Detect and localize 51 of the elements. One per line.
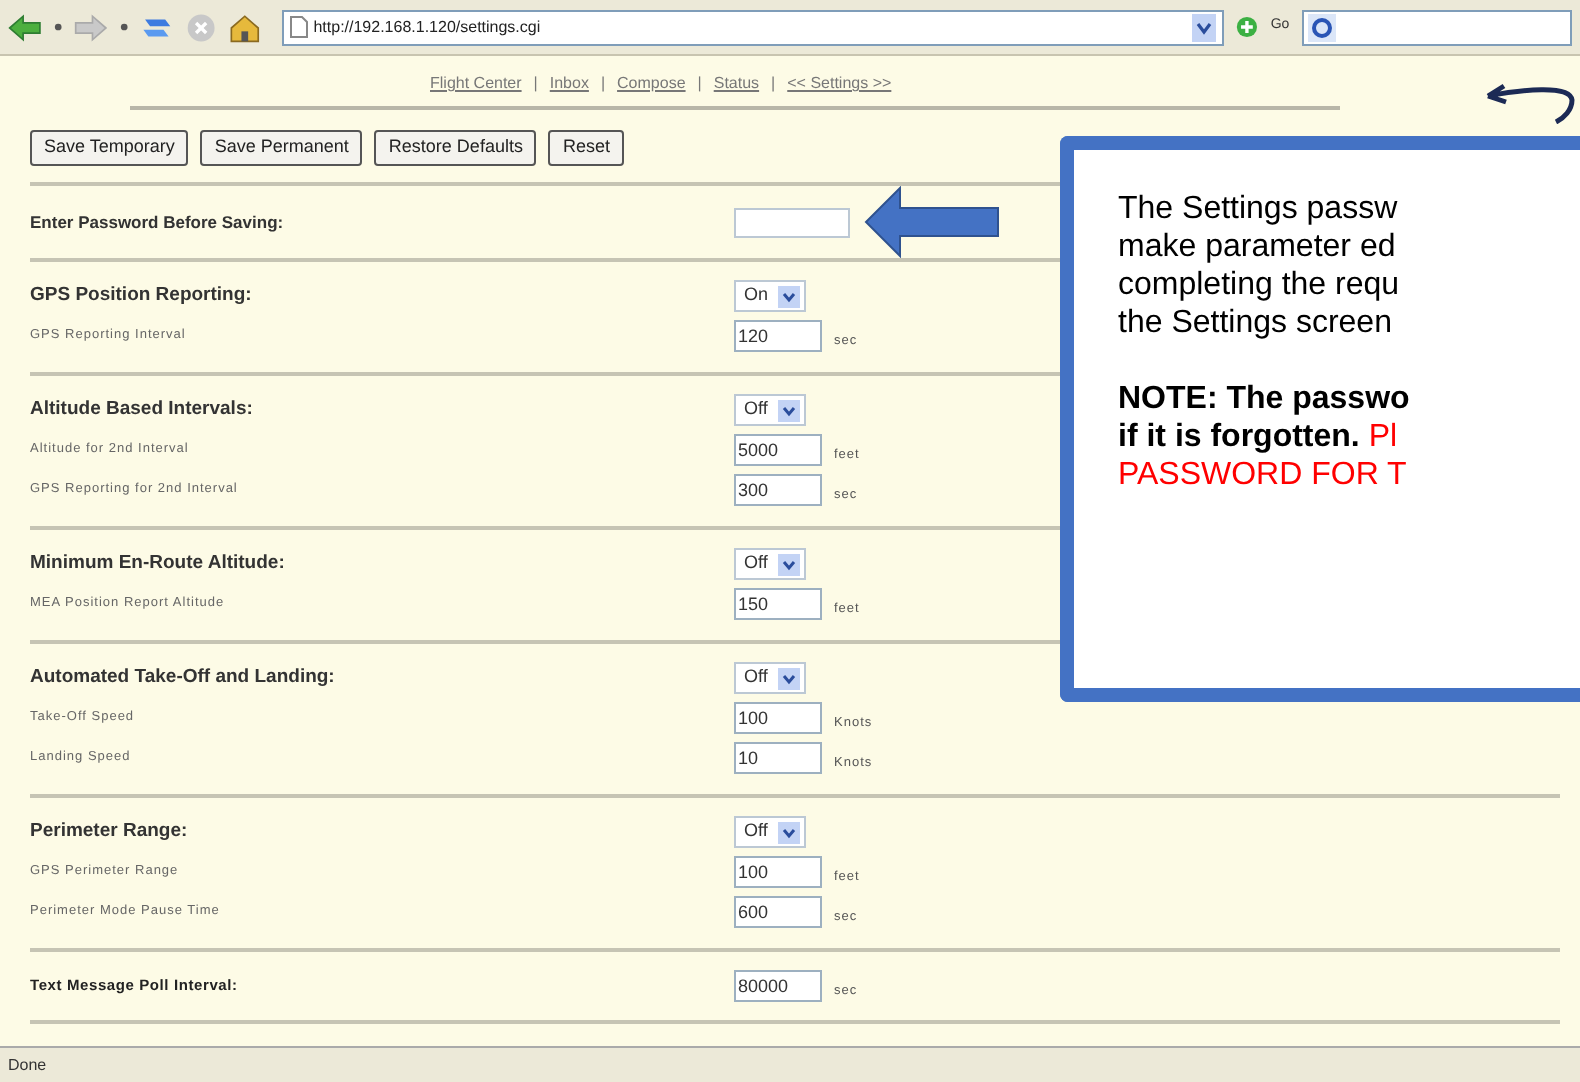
callout-text: The Settings passw	[1118, 190, 1400, 228]
page-icon	[289, 16, 308, 38]
input-field[interactable]: 300	[734, 474, 822, 506]
nav-separator: |	[771, 72, 776, 96]
field-label: Enter Password Before Saving:	[30, 209, 286, 235]
input-field[interactable]: 100	[734, 856, 822, 888]
input-field[interactable]: 10	[734, 742, 822, 774]
callout-text: NOTE: The passwo	[1118, 380, 1412, 418]
nav-link[interactable]: Status	[713, 72, 760, 96]
callout-text: completing the requ	[1118, 266, 1402, 304]
dropdown[interactable]: Off	[734, 816, 806, 848]
nav-separator: |	[533, 72, 538, 96]
nav-separator: |	[697, 72, 702, 96]
field-label: Perimeter Range:	[30, 817, 190, 846]
search-engine-icon	[1307, 13, 1336, 41]
input-field[interactable]: 120	[734, 320, 822, 352]
callout-text: the Settings screen	[1118, 304, 1394, 342]
nav-link[interactable]: Inbox	[549, 72, 589, 96]
input-field[interactable]: 600	[734, 896, 822, 928]
input-field[interactable]: 100	[734, 702, 822, 734]
callout-text: make parameter ed	[1118, 228, 1398, 266]
form-button[interactable]: Save Permanent	[200, 130, 363, 166]
form-button[interactable]: Reset	[548, 130, 624, 166]
back-arrow-icon[interactable]	[8, 9, 42, 45]
dropdown[interactable]: Off	[734, 662, 806, 694]
annotation-arrow	[864, 186, 1000, 258]
input-field[interactable]: 80000	[734, 970, 822, 1002]
callout-text: if it is forgotten. Pl	[1118, 418, 1400, 456]
status-text: Done	[8, 1053, 47, 1077]
password-field[interactable]	[734, 207, 850, 237]
dropdown[interactable]: On	[734, 280, 806, 312]
dropdown[interactable]: Off	[734, 394, 806, 426]
nav-separator: |	[600, 72, 606, 96]
form-button[interactable]: Save Temporary	[30, 130, 189, 166]
nav-link[interactable]: Compose	[617, 72, 686, 96]
input-field[interactable]: 5000	[734, 434, 822, 466]
field-label: Altitude Based Intervals:	[30, 395, 255, 424]
nav-link[interactable]: Flight Center	[430, 72, 522, 96]
field-label: Minimum En-Route Altitude:	[30, 549, 287, 578]
form-button[interactable]: Restore Defaults	[374, 130, 537, 166]
dropdown[interactable]: Off	[734, 548, 806, 580]
field-label: Automated Take-Off and Landing:	[30, 663, 337, 692]
home-icon[interactable]	[227, 9, 262, 45]
go-icon[interactable]	[1236, 14, 1259, 40]
url-text: http://192.168.1.120/settings.cgi	[313, 15, 543, 39]
nav-link[interactable]: << Settings >>	[787, 72, 892, 96]
search-field[interactable]	[1301, 9, 1573, 45]
callout-text: PASSWORD FOR T	[1118, 456, 1409, 494]
field-label: GPS Position Reporting:	[30, 281, 254, 310]
address-bar[interactable]: http://192.168.1.120/settings.cgi	[281, 9, 1225, 45]
input-field[interactable]: 150	[734, 588, 822, 620]
